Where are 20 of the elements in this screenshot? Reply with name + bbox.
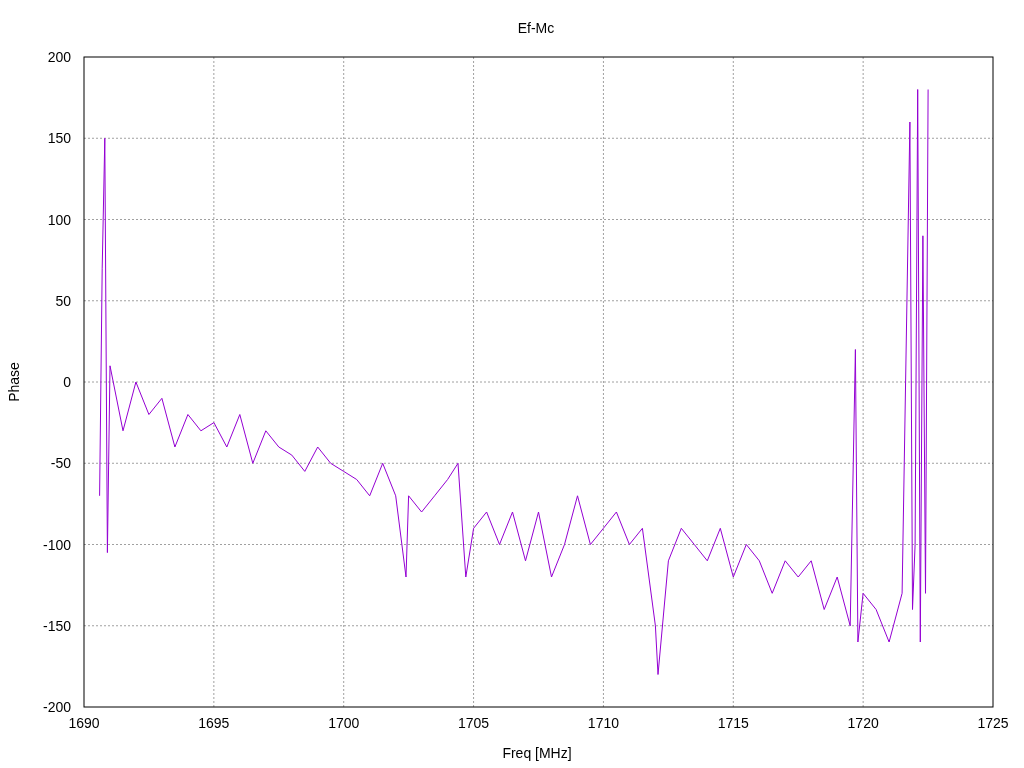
y-tick-label: -200 (42, 699, 71, 715)
x-tick-label: 1720 (847, 715, 879, 731)
x-tick-label: 1700 (328, 715, 360, 731)
y-axis-label: Phase (6, 362, 22, 402)
y-tick-label: 100 (47, 211, 71, 228)
chart-title: Ef-Mc (517, 20, 555, 36)
y-tick-label: 150 (47, 130, 71, 147)
x-tick-label: 1695 (198, 715, 230, 731)
y-tick-label: -150 (42, 617, 71, 634)
x-axis-label: Freq [MHz] (502, 745, 572, 761)
x-tick-label: 1690 (68, 715, 100, 731)
y-tick-label: -100 (42, 536, 71, 553)
y-tick-label: 0 (63, 374, 71, 390)
y-tick-label: 50 (55, 292, 71, 309)
x-tick-label: 1705 (458, 715, 490, 731)
y-tick-label: 200 (47, 49, 71, 65)
x-tick-label: 1710 (587, 715, 619, 731)
x-tick-label: 1715 (717, 715, 749, 731)
y-tick-label: -50 (50, 455, 71, 472)
x-tick-label: 1725 (977, 715, 1009, 731)
